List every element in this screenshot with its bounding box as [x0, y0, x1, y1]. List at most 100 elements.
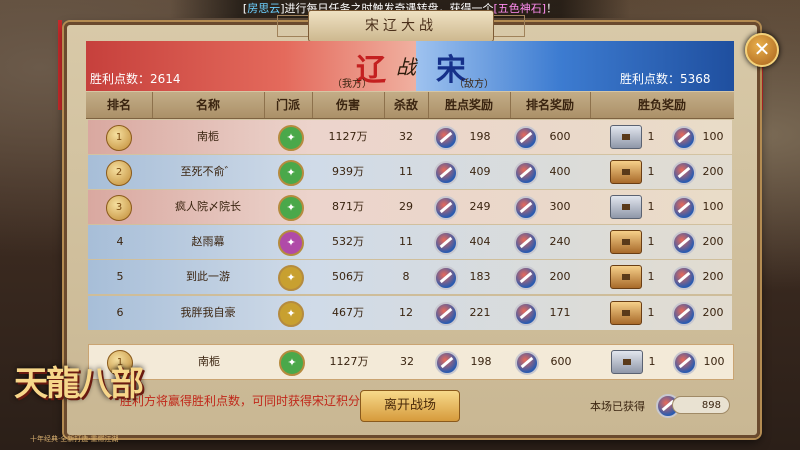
- win-points-reward: 198: [469, 130, 491, 143]
- coin-icon: [434, 161, 458, 185]
- self-result-reward: 100: [703, 355, 725, 368]
- header-result-reward: 胜负奖励: [637, 98, 686, 112]
- damage-value: 939万: [332, 165, 364, 178]
- treasure-chest-icon: [610, 195, 642, 219]
- player-name: 至死不俞゛: [180, 165, 236, 178]
- sect-icon: ✦: [278, 160, 304, 186]
- self-win-points-reward: 198: [470, 355, 492, 368]
- kills-value: 8: [402, 270, 410, 283]
- chest-count: 1: [647, 200, 655, 213]
- enemy-side-label: （敌方）: [454, 79, 494, 90]
- result-reward: 100: [702, 200, 724, 213]
- chest-count: 1: [647, 235, 655, 248]
- coin-icon: [434, 302, 458, 326]
- header-win-points-reward: 胜点奖励: [428, 92, 511, 118]
- kills-value: 32: [399, 130, 413, 143]
- sect-icon: ✦: [278, 230, 304, 256]
- panel-title: 宋辽大战: [277, 10, 525, 42]
- rank-number: 6: [116, 306, 124, 319]
- sect-icon: ✦: [279, 350, 305, 376]
- rank-number: 4: [116, 235, 124, 248]
- coin-icon: [673, 351, 697, 375]
- rank-reward: 300: [549, 200, 571, 213]
- win-points-reward: 404: [469, 235, 491, 248]
- header-kills: 杀敌: [384, 92, 429, 118]
- coin-icon: [672, 231, 696, 255]
- player-name: 到此一游: [186, 270, 230, 283]
- sect-icon: ✦: [278, 125, 304, 151]
- coin-icon: [434, 126, 458, 150]
- header-name: 名称: [152, 92, 265, 118]
- coin-icon: [514, 196, 538, 220]
- rank-reward: 240: [549, 235, 571, 248]
- player-name: 疯人院〆院长: [175, 200, 241, 213]
- header-rank-reward: 排名奖励: [510, 92, 591, 118]
- result-reward: 200: [702, 165, 724, 178]
- coin-icon: [672, 266, 696, 290]
- treasure-chest-icon: [610, 301, 642, 325]
- self-rank-reward: 600: [550, 355, 572, 368]
- leave-battlefield-button[interactable]: 离开战场: [360, 390, 460, 422]
- table-row: 3 疯人院〆院长 ✦ 871万 29 249 300 1 100: [88, 190, 732, 224]
- sect-icon: ✦: [278, 195, 304, 221]
- damage-value: 467万: [332, 306, 364, 319]
- self-chest-count: 1: [648, 355, 656, 368]
- player-name: 南栀: [197, 130, 219, 143]
- kills-value: 12: [399, 306, 413, 319]
- our-victory-points: 胜利点数：2614: [90, 72, 181, 86]
- coin-icon: [672, 302, 696, 326]
- treasure-chest-icon: [610, 265, 642, 289]
- self-damage: 1127万: [329, 355, 369, 368]
- coin-icon: [514, 266, 538, 290]
- self-kills: 32: [400, 355, 414, 368]
- chest-count: 1: [647, 130, 655, 143]
- chest-count: 1: [647, 270, 655, 283]
- damage-value: 871万: [332, 200, 364, 213]
- coin-icon: [514, 231, 538, 255]
- result-reward: 200: [702, 306, 724, 319]
- win-points-reward: 183: [469, 270, 491, 283]
- treasure-chest-icon: [610, 160, 642, 184]
- kills-value: 11: [399, 235, 413, 248]
- table-row: 6 我胖我自豪 ✦ 467万 12 221 171 1 200: [88, 296, 732, 330]
- rank-reward: 200: [549, 270, 571, 283]
- win-points-reward: 249: [469, 200, 491, 213]
- coin-icon: [514, 126, 538, 150]
- coin-icon: [672, 161, 696, 185]
- rank-reward: 400: [549, 165, 571, 178]
- damage-value: 532万: [332, 235, 364, 248]
- coin-icon: [672, 196, 696, 220]
- table-header: 排名 名称 门派 伤害 杀敌 胜点奖励 排名奖励 胜负奖励: [86, 92, 734, 119]
- announcement-item: [五色神石]: [493, 2, 547, 15]
- gained-value: 898: [672, 396, 730, 414]
- result-reward: 200: [702, 235, 724, 248]
- sect-icon: ✦: [278, 265, 304, 291]
- chest-count: 1: [647, 165, 655, 178]
- header-sect: 门派: [264, 92, 313, 118]
- rank-medal-icon: 2: [106, 160, 132, 186]
- left-tassel: [58, 20, 62, 110]
- coin-icon: [435, 351, 459, 375]
- self-ranking-row: 1 南栀 ✦ 1127万 32 198 600 1 100: [88, 344, 734, 380]
- header-damage: 伤害: [312, 92, 385, 118]
- coin-icon: [515, 351, 539, 375]
- rank-reward: 171: [549, 306, 571, 319]
- kills-value: 29: [399, 200, 413, 213]
- header-rank: 排名: [86, 92, 153, 118]
- chest-count: 1: [647, 306, 655, 319]
- kills-value: 11: [399, 165, 413, 178]
- damage-value: 1127万: [328, 130, 368, 143]
- rank-reward: 600: [549, 130, 571, 143]
- win-points-reward: 409: [469, 165, 491, 178]
- coin-icon: [672, 126, 696, 150]
- close-button[interactable]: ✕: [745, 33, 779, 67]
- announcement-player-name: 房思云: [247, 2, 281, 15]
- self-player-name: 南栀: [198, 355, 220, 368]
- game-logo-subtitle: 十年经典·全新打造·重燃江湖: [30, 435, 119, 443]
- table-row: 4 赵雨幕 ✦ 532万 11 404 240 1 200: [88, 225, 732, 259]
- coin-icon: [434, 196, 458, 220]
- gained-label: 本场已获得: [590, 400, 645, 413]
- table-row: 5 到此一游 ✦ 506万 8 183 200 1 200: [88, 260, 732, 294]
- treasure-chest-icon: [611, 350, 643, 374]
- coin-icon: [514, 302, 538, 326]
